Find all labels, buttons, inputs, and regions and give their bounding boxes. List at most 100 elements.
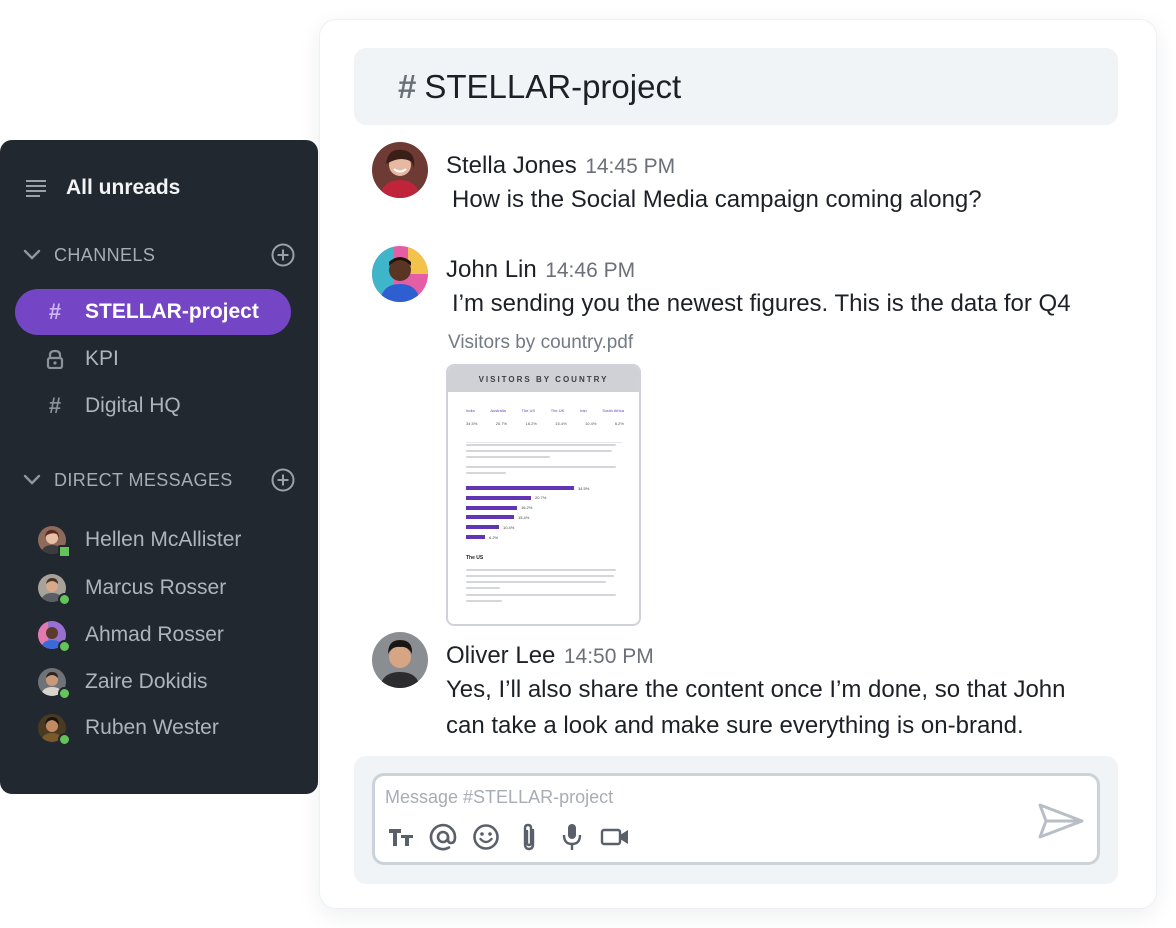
dm-name: Marcus Rosser <box>85 576 227 599</box>
emoji-icon[interactable] <box>469 820 503 854</box>
attach-icon[interactable] <box>512 820 546 854</box>
pdf-text-line <box>466 587 500 589</box>
pdf-text-line <box>466 456 550 458</box>
pdf-bar <box>466 515 514 520</box>
pdf-country-label: Australia <box>490 408 506 413</box>
avatar <box>38 668 71 700</box>
timestamp: 14:45 PM <box>585 155 676 178</box>
pdf-attachment-preview[interactable]: VISITORS BY COUNTRY India Australia The US… <box>446 364 641 626</box>
menu-lines-icon <box>26 180 46 197</box>
pdf-bar-label: 15.4% <box>518 514 530 520</box>
pdf-bar-label: 34.5% <box>578 485 590 491</box>
channels-section-header[interactable]: CHANNELS <box>22 240 296 270</box>
message: Stella Jones 14:45 PM How is the Social … <box>372 142 1092 222</box>
pdf-country-label: India <box>466 408 475 413</box>
channel-item-digital-hq[interactable]: # Digital HQ <box>15 383 291 429</box>
composer-area <box>354 756 1118 884</box>
chat-panel: # STELLAR-project Stella Jones 14:45 PM … <box>320 20 1156 908</box>
dm-name: Zaire Dokidis <box>85 670 208 693</box>
pdf-bar <box>466 486 574 490</box>
dm-item-ruben-wester[interactable]: Ruben Wester <box>38 711 219 746</box>
pdf-text-line <box>466 466 616 468</box>
message-composer <box>372 773 1100 865</box>
pdf-country-value: 10.4% <box>585 421 597 426</box>
author-name[interactable]: Oliver Lee <box>446 642 555 669</box>
video-icon[interactable] <box>598 820 632 854</box>
avatar[interactable] <box>372 246 428 302</box>
message-text: I’m sending you the newest figures. This… <box>452 290 1071 317</box>
dm-name: Ruben Wester <box>85 716 219 739</box>
mic-icon[interactable] <box>555 820 589 854</box>
channels-heading: CHANNELS <box>54 244 156 265</box>
author-name[interactable]: Stella Jones <box>446 152 577 179</box>
channel-label: Digital HQ <box>85 394 181 417</box>
status-online-indicator <box>58 733 71 746</box>
author-name[interactable]: John Lin <box>446 256 537 283</box>
avatar <box>38 714 71 746</box>
message-input[interactable] <box>385 784 985 810</box>
text-format-icon[interactable] <box>384 820 418 854</box>
avatar[interactable] <box>372 142 428 198</box>
all-unreads-item[interactable]: All unreads <box>26 176 180 200</box>
pdf-text-line <box>466 575 614 577</box>
dm-item-zaire-dokidis[interactable]: Zaire Dokidis <box>38 665 208 700</box>
pdf-text-line <box>466 444 616 446</box>
channel-label: STELLAR-project <box>85 300 259 323</box>
chevron-down-icon <box>23 474 41 485</box>
message: Oliver Lee 14:50 PM Yes, I’ll also share… <box>372 632 1092 744</box>
dm-name: Hellen McAllister <box>85 528 242 551</box>
mention-icon[interactable] <box>426 820 460 854</box>
avatar <box>38 574 71 606</box>
channel-item-kpi[interactable]: KPI <box>15 336 291 382</box>
pdf-text-line <box>466 594 616 596</box>
pdf-section-heading: The US <box>466 555 484 561</box>
avatar <box>38 526 71 558</box>
sidebar: All unreads CHANNELS # STELLAR-project K… <box>0 140 318 794</box>
timestamp: 14:46 PM <box>545 259 636 282</box>
pdf-bar-label: 16.2% <box>521 505 533 511</box>
chevron-down-icon <box>23 249 41 260</box>
add-channel-icon[interactable] <box>270 242 296 268</box>
pdf-divider <box>466 442 622 443</box>
pdf-country-label: South Africa <box>602 408 624 413</box>
pdf-preview-title: VISITORS BY COUNTRY <box>448 366 639 392</box>
pdf-country-value: 15.4% <box>555 421 567 426</box>
pdf-country-value: 6.2% <box>614 421 624 426</box>
channel-item-stellar-project[interactable]: # STELLAR-project <box>15 289 291 335</box>
hash-icon: # <box>48 299 62 324</box>
channel-hash-icon: # <box>398 67 417 105</box>
avatar[interactable] <box>372 632 428 688</box>
add-direct-message-icon[interactable] <box>270 467 296 493</box>
pdf-country-value: 16.2% <box>525 421 537 426</box>
pdf-bar-label: 20.7% <box>535 495 547 501</box>
pdf-country-label: The UK <box>550 408 565 413</box>
direct-messages-heading: DIRECT MESSAGES <box>54 469 233 490</box>
pdf-country-label: The US <box>521 408 536 413</box>
pdf-text-line <box>466 472 506 474</box>
avatar <box>38 621 71 653</box>
channel-header: # STELLAR-project <box>354 48 1118 125</box>
dm-item-hellen-mcallister[interactable]: Hellen McAllister <box>38 523 242 558</box>
direct-messages-section-header[interactable]: DIRECT MESSAGES <box>22 465 296 495</box>
pdf-bar <box>466 535 485 539</box>
pdf-country-label: Iran <box>579 408 587 413</box>
pdf-bar <box>466 505 517 510</box>
status-online-indicator <box>58 640 71 653</box>
dm-item-marcus-rosser[interactable]: Marcus Rosser <box>38 571 227 606</box>
send-icon[interactable] <box>1033 798 1089 844</box>
lock-icon <box>45 349 65 369</box>
attachment-filename[interactable]: Visitors by country.pdf <box>448 332 633 354</box>
timestamp: 14:50 PM <box>563 645 654 668</box>
dm-name: Ahmad Rosser <box>85 623 224 646</box>
pdf-bar <box>466 525 499 530</box>
status-online-indicator <box>58 687 71 700</box>
pdf-country-value: 20.7% <box>495 421 508 426</box>
pdf-text-line <box>466 581 606 583</box>
dm-item-ahmad-rosser[interactable]: Ahmad Rosser <box>38 618 224 653</box>
channel-title: STELLAR-project <box>424 67 682 105</box>
pdf-text-line <box>466 569 616 571</box>
message-text-line: Yes, I’ll also share the content once I’… <box>446 676 1066 703</box>
message-text: How is the Social Media campaign coming … <box>452 186 982 213</box>
pdf-bar-label: 10.4% <box>503 524 515 530</box>
channel-label: KPI <box>85 347 119 370</box>
